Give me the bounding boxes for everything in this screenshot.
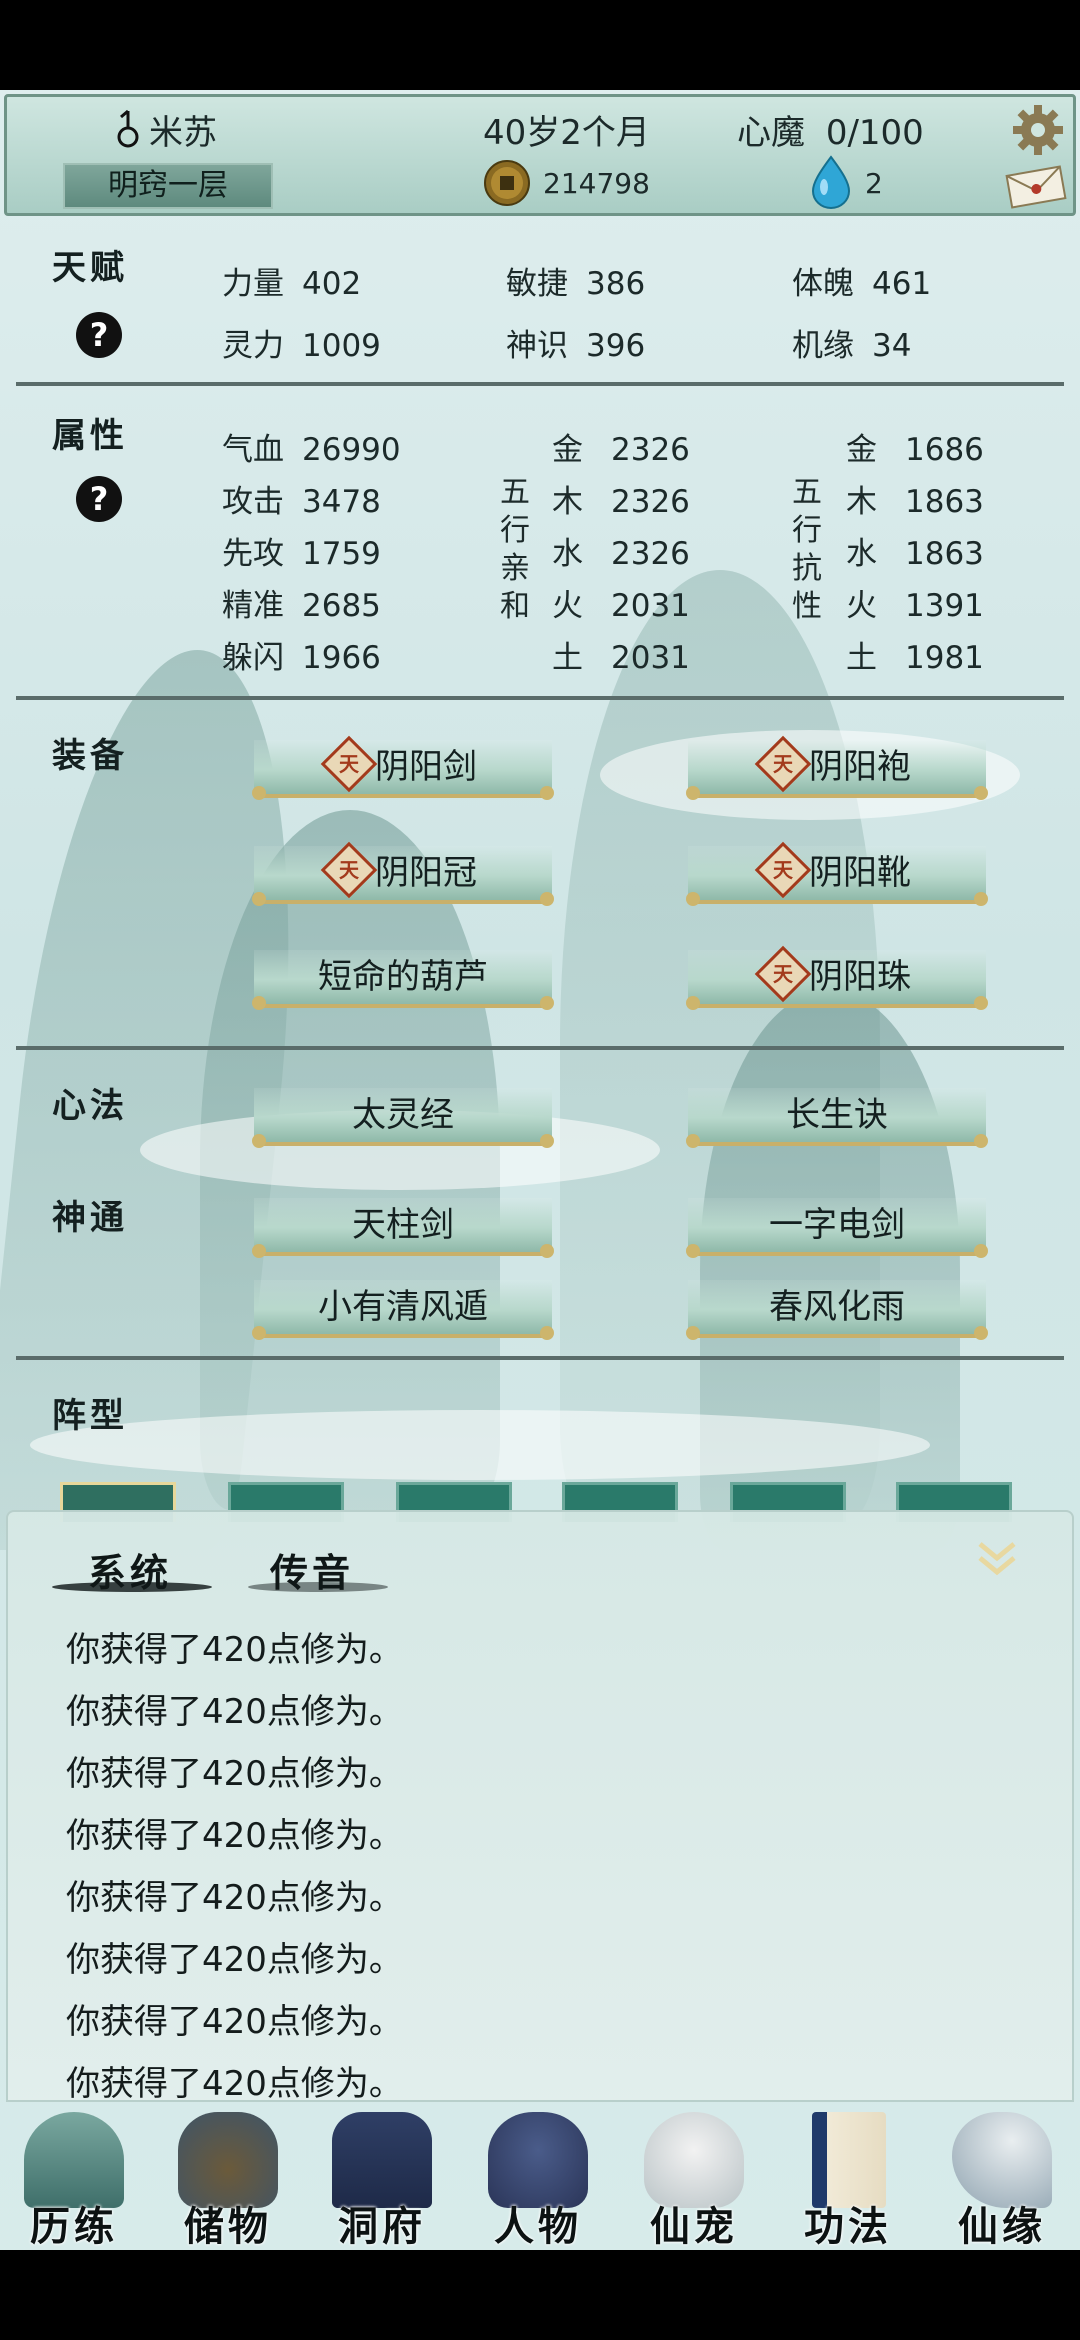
mind-method-slot[interactable]: 太灵经 <box>252 1088 554 1148</box>
section-divider <box>16 382 1064 386</box>
chat-tab-system[interactable]: 系统 <box>88 1542 172 1597</box>
chat-message: 你获得了420点修为。 <box>66 1878 403 1918</box>
status-header: 米苏 明窍一层 40岁2个月 心魔 0/100 214798 2 <box>4 94 1076 216</box>
chat-message: 你获得了420点修为。 <box>66 1692 403 1732</box>
skill-slot[interactable]: 小有清风遁 <box>252 1280 554 1340</box>
affinity-stat: 火 2031 <box>552 588 690 624</box>
resistance-stat: 木 1863 <box>846 484 984 520</box>
resistance-stat: 土 1981 <box>846 640 984 676</box>
resistance-stat: 金 1686 <box>846 432 984 468</box>
attribute-stat: 气血 26990 <box>222 432 401 468</box>
attribute-stat: 攻击 3478 <box>222 484 381 520</box>
talent-stat: 机缘 34 <box>792 328 912 364</box>
chat-message: 你获得了420点修为。 <box>66 1630 403 1670</box>
coin-count: 214798 <box>543 167 650 200</box>
attributes-help-icon[interactable]: ? <box>76 476 122 522</box>
chat-message: 你获得了420点修为。 <box>66 1816 403 1856</box>
coin-icon <box>484 160 530 206</box>
attribute-stat: 精准 2685 <box>222 588 381 624</box>
attributes-section-label: 属性 <box>52 416 128 456</box>
tier-badge-icon: 天 <box>320 841 378 899</box>
equipment-pearl-slot[interactable]: 天阴阳珠 <box>686 945 988 1010</box>
resistance-label: 五行抗性 <box>792 475 822 624</box>
nav-storage[interactable]: 储物 <box>158 2102 298 2250</box>
nav-character[interactable]: 人物 <box>468 2102 608 2250</box>
chat-panel: 系统 传音 你获得了420点修为。 你获得了420点修为。 你获得了420点修为… <box>6 1510 1074 2104</box>
talent-stat: 灵力 1009 <box>222 328 381 364</box>
equipment-weapon-slot[interactable]: 天阴阳剑 <box>252 735 554 800</box>
skills-section-label: 神通 <box>52 1198 128 1238</box>
collapse-chevron-icon[interactable] <box>974 1536 1020 1582</box>
gear-icon[interactable] <box>1011 103 1065 157</box>
nav-pet[interactable]: 仙宠 <box>624 2102 764 2250</box>
heart-demon: 心魔 0/100 <box>737 105 924 154</box>
attribute-stat: 躲闪 1966 <box>222 640 381 676</box>
skill-slot[interactable]: 春风化雨 <box>686 1280 988 1340</box>
cloud-decoration <box>30 1410 930 1480</box>
chat-message: 你获得了420点修为。 <box>66 1754 403 1794</box>
character-screen: 米苏 明窍一层 40岁2个月 心魔 0/100 214798 2 天赋 ? 力量… <box>0 90 1080 2250</box>
nav-techniques[interactable]: 功法 <box>778 2102 918 2250</box>
tier-badge-icon: 天 <box>320 735 378 793</box>
affinity-stat: 木 2326 <box>552 484 690 520</box>
attribute-stat: 先攻 1759 <box>222 536 381 572</box>
affinity-stat: 水 2326 <box>552 536 690 572</box>
talent-stat: 体魄 461 <box>792 266 932 302</box>
heart-demon-value: 0/100 <box>825 113 924 153</box>
player-age: 40岁2个月 <box>483 113 650 153</box>
nav-cave[interactable]: 洞府 <box>312 2102 452 2250</box>
talent-stat: 敏捷 386 <box>506 266 646 302</box>
tier-badge-icon: 天 <box>754 945 812 1003</box>
chat-message: 你获得了420点修为。 <box>66 2002 403 2042</box>
affinity-stat: 金 2326 <box>552 432 690 468</box>
gender-icon <box>117 109 139 148</box>
equipment-gourd-slot[interactable]: 短命的葫芦 <box>252 950 554 1010</box>
resistance-stat: 火 1391 <box>846 588 984 624</box>
talent-stat: 神识 396 <box>506 328 646 364</box>
affinity-label: 五行亲和 <box>500 475 530 624</box>
spirit-gem-icon <box>811 155 851 209</box>
talent-section-label: 天赋 <box>52 248 128 288</box>
tier-badge-icon: 天 <box>754 841 812 899</box>
chat-tab-whisper[interactable]: 传音 <box>270 1542 354 1597</box>
section-divider <box>16 1046 1064 1050</box>
player-name: 米苏 <box>149 113 217 153</box>
formation-section-label: 阵型 <box>52 1396 128 1436</box>
heart-demon-label: 心魔 <box>737 113 805 153</box>
nav-fate[interactable]: 仙缘 <box>932 2102 1072 2250</box>
tier-badge-icon: 天 <box>754 735 812 793</box>
mind-method-slot[interactable]: 长生诀 <box>686 1088 988 1148</box>
talent-stat: 力量 402 <box>222 266 362 302</box>
mail-icon[interactable] <box>1005 165 1067 209</box>
nav-training[interactable]: 历练 <box>4 2102 144 2250</box>
chat-message: 你获得了420点修为。 <box>66 1940 403 1980</box>
gem-count: 2 <box>865 167 883 200</box>
resistance-stat: 水 1863 <box>846 536 984 572</box>
section-divider <box>16 1356 1064 1360</box>
skill-slot[interactable]: 天柱剑 <box>252 1198 554 1258</box>
talent-help-icon[interactable]: ? <box>76 312 122 358</box>
equipment-robe-slot[interactable]: 天阴阳袍 <box>686 735 988 800</box>
equipment-crown-slot[interactable]: 天阴阳冠 <box>252 841 554 906</box>
chat-message: 你获得了420点修为。 <box>66 2064 403 2104</box>
mind-methods-section-label: 心法 <box>52 1086 128 1126</box>
section-divider <box>16 696 1064 700</box>
realm-badge: 明窍一层 <box>63 163 273 209</box>
equipment-section-label: 装备 <box>52 736 128 776</box>
equipment-boots-slot[interactable]: 天阴阳靴 <box>686 841 988 906</box>
bottom-navigation: 历练 储物 洞府 人物 仙宠 功法 仙缘 <box>0 2102 1080 2250</box>
skill-slot[interactable]: 一字电剑 <box>686 1198 988 1258</box>
affinity-stat: 土 2031 <box>552 640 690 676</box>
